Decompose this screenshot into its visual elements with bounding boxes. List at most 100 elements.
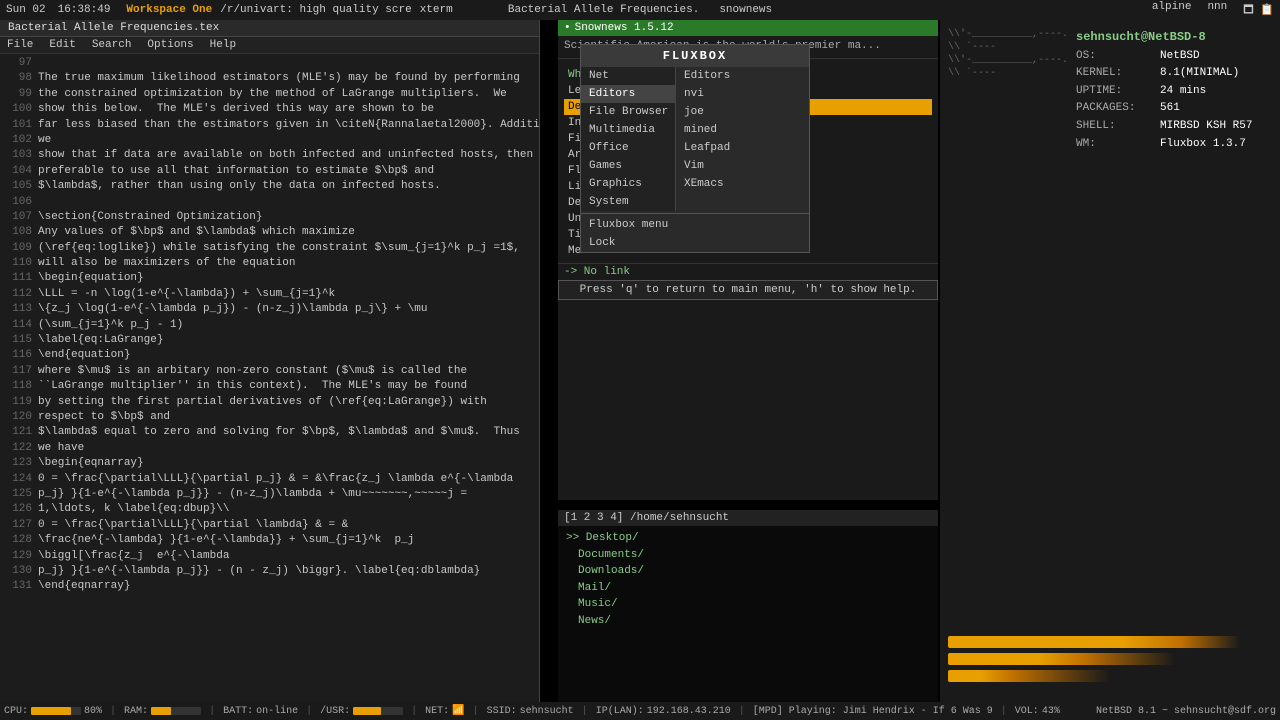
line-number: 116 — [4, 348, 32, 363]
snownews-titlebar: • Snownews 1.5.12 — [558, 20, 938, 36]
line-number: 126 — [4, 502, 32, 517]
line-number: 122 — [4, 441, 32, 456]
fluxbox-left-item[interactable]: Net — [581, 67, 675, 85]
fluxbox-right-item[interactable]: Vim — [676, 157, 809, 175]
stripe-1 — [948, 636, 1240, 648]
editor-line: 106 — [4, 195, 535, 210]
sysinfo-packages-value: 561 — [1160, 100, 1180, 118]
status-right: NetBSD 8.1 ~ sehnsucht@sdf.org — [1096, 706, 1276, 717]
topbar-right1[interactable]: alpine — [1152, 1, 1192, 20]
fluxbox-left-item[interactable]: System — [581, 193, 675, 211]
editor-line: 117where $\mu$ is an arbitary non-zero c… — [4, 364, 535, 379]
line-content: (\ref{eq:loglike}) while satisfying the … — [38, 242, 520, 254]
line-content: \LLL = -n \log(1-e^{-\lambda}) + \sum_{j… — [38, 288, 335, 300]
terminal-panel: [1 2 3 4] /home/sehnsucht >> Desktop/ Do… — [558, 510, 938, 702]
fluxbox-left-item[interactable]: Office — [581, 139, 675, 157]
fluxbox-left-item[interactable]: Games — [581, 157, 675, 175]
fluxbox-left-item[interactable]: Graphics — [581, 175, 675, 193]
sysinfo-uptime-label: UPTIME: — [1076, 83, 1156, 101]
sysinfo-hostname: sehnsucht@NetBSD-8 — [1076, 28, 1252, 48]
terminal-subdir: Mail/ — [578, 580, 930, 597]
status-net: NET: 📶 — [425, 705, 464, 717]
editor-menu-search[interactable]: Search — [89, 38, 135, 52]
topbar-time: 16:38:49 — [58, 4, 111, 16]
ip-label: IP(LAN): — [596, 706, 644, 717]
editor-title: Bacterial Allele Frequencies.tex — [8, 22, 219, 34]
cpu-bar-bg — [31, 707, 81, 715]
cpu-val: 80% — [84, 706, 102, 717]
status-cpu: CPU: 80% — [4, 706, 102, 717]
fluxbox-right-item[interactable]: Editors — [676, 67, 809, 85]
terminal-content[interactable]: >> Desktop/ Documents/ Downloads/ Mail/ … — [558, 526, 938, 633]
editor-line: 103show that if data are available on bo… — [4, 148, 535, 163]
editor-menubar: File Edit Search Options Help — [0, 37, 539, 54]
editor-menu-help[interactable]: Help — [207, 38, 239, 52]
line-content: show that if data are available on both … — [38, 149, 539, 161]
status-batt: BATT: on-line — [223, 706, 298, 717]
topbar-right2[interactable]: nnn — [1207, 1, 1227, 20]
fluxbox-divider — [581, 213, 809, 214]
fluxbox-right-item[interactable]: nvi — [676, 85, 809, 103]
line-number: 121 — [4, 425, 32, 440]
line-number: 128 — [4, 533, 32, 548]
editor-line: 118``LaGrange multiplier'' in this conte… — [4, 379, 535, 394]
line-content: \section{Constrained Optimization} — [38, 211, 262, 223]
fluxbox-bottom-item[interactable]: Fluxbox menu — [581, 216, 809, 234]
editor-menu-edit[interactable]: Edit — [46, 38, 78, 52]
line-number: 125 — [4, 487, 32, 502]
sysinfo-packages-label: PACKAGES: — [1076, 100, 1156, 118]
editor-line: 128 \frac{ne^{-\lambda} }{1-e^{-\lambda}}… — [4, 533, 535, 548]
line-content: show this below. The MLE's derived this … — [38, 103, 434, 115]
fluxbox-left-item[interactable]: Editors — [581, 85, 675, 103]
line-number: 127 — [4, 518, 32, 533]
topbar-workspace[interactable]: Workspace One — [126, 4, 212, 16]
editor-line: 101far less biased than the estimators g… — [4, 118, 535, 133]
editor-line: 114(\sum_{j=1}^k p_j - 1) — [4, 318, 535, 333]
status-usr: /USR: — [320, 706, 403, 717]
line-content: The true maximum likelihood estimators (… — [38, 72, 520, 84]
batt-label: BATT: — [223, 706, 253, 717]
snownews-title: Snownews 1.5.12 — [575, 22, 674, 34]
editor-menu-file[interactable]: File — [4, 38, 36, 52]
fluxbox-right-item[interactable]: joe — [676, 103, 809, 121]
editor-menu-options[interactable]: Options — [144, 38, 196, 52]
line-number: 123 — [4, 456, 32, 471]
topbar-center-app[interactable]: snownews — [719, 4, 772, 16]
fluxbox-left-item[interactable]: File Browser — [581, 103, 675, 121]
line-number: 105 — [4, 179, 32, 194]
editor-line: 1261,\ldots, k \label{eq:dbup}\\ — [4, 502, 535, 517]
line-number: 98 — [4, 71, 32, 86]
fluxbox-right-item[interactable]: XEmacs — [676, 175, 809, 193]
line-content: p_j} }{1-e^{-\lambda p_j}} - (n - z_j) \… — [38, 565, 480, 577]
right-panel: \\'-__________,----. \\ `---- \\'-______… — [940, 20, 1280, 702]
line-content: \frac{ne^{-\lambda} }{1-e^{-\lambda}} + … — [38, 534, 414, 546]
sysinfo-os-label: OS: — [1076, 48, 1156, 66]
fluxbox-right-item[interactable]: mined — [676, 121, 809, 139]
fluxbox-bottom: Fluxbox menuLock — [581, 216, 809, 252]
editor-lines: 9798The true maximum likelihood estimato… — [4, 56, 535, 595]
vol-val: 43% — [1042, 706, 1060, 717]
editor-line: 122we have — [4, 441, 535, 456]
terminal-prompt-dir: >> Desktop/ — [566, 530, 930, 547]
sysinfo-packages-row: PACKAGES: 561 — [1076, 100, 1252, 118]
ram-bar-fill — [151, 707, 171, 715]
fluxbox-bottom-item[interactable]: Lock — [581, 234, 809, 252]
line-content: $\lambda$ equal to zero and solving for … — [38, 426, 520, 438]
line-content: \end{equation} — [38, 349, 130, 361]
line-number: 102 — [4, 133, 32, 148]
terminal-subdir: Music/ — [578, 596, 930, 613]
main-area: Bacterial Allele Frequencies.tex File Ed… — [0, 20, 1280, 702]
line-content: by setting the first partial derivatives… — [38, 396, 487, 408]
topbar-app1[interactable]: xterm — [420, 4, 453, 16]
fluxbox-right-item[interactable]: Leafpad — [676, 139, 809, 157]
ascii-line1: \\'-__________,----. — [948, 28, 1068, 41]
fluxbox-menu-section: NetEditorsFile BrowserMultimediaOfficeGa… — [581, 67, 809, 211]
editor-line: 102we — [4, 133, 535, 148]
ascii-line4: \\ `---- — [948, 67, 1068, 80]
topbar-right: alpine nnn 🗖 📋 — [1152, 1, 1274, 20]
sysinfo-shell-row: SHELL: MIRBSD KSH R57 — [1076, 118, 1252, 136]
sysinfo-uptime-row: UPTIME: 24 mins — [1076, 83, 1252, 101]
editor-titlebar: Bacterial Allele Frequencies.tex — [0, 20, 539, 37]
line-number: 130 — [4, 564, 32, 579]
fluxbox-left-item[interactable]: Multimedia — [581, 121, 675, 139]
